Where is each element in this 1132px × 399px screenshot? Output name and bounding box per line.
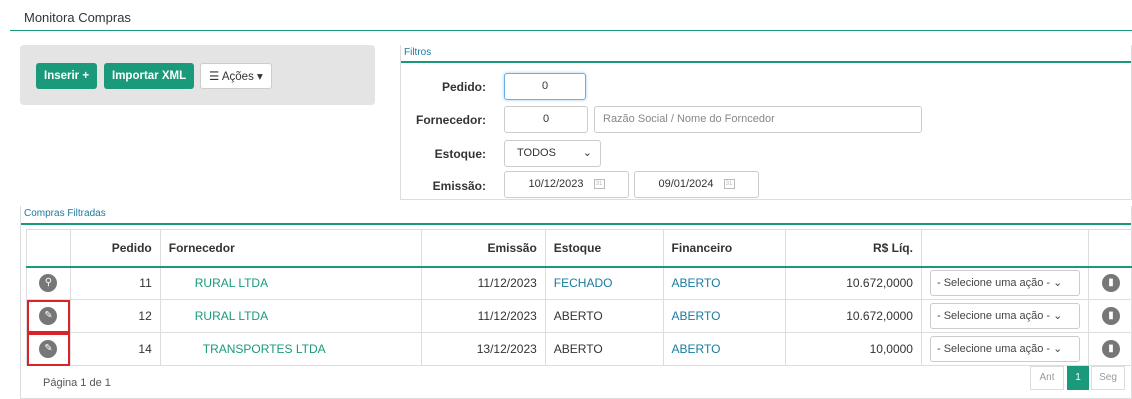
row-doc-cell: ▮ [1087, 266, 1132, 300]
row-action-cell[interactable]: ⚲ [26, 266, 71, 300]
row-pedido: 11 [69, 266, 161, 300]
actions-dropdown-button[interactable]: ☰ Ações ▾ [200, 63, 272, 89]
row-liquido: 10.672,0000 [785, 266, 922, 300]
row-action-cell[interactable]: ✎ [26, 332, 71, 366]
document-icon[interactable]: ▮ [1101, 340, 1120, 358]
chevron-down-icon: ⌄ [1053, 343, 1063, 355]
header-fornecedor[interactable]: Fornecedor [159, 229, 423, 267]
actions-panel: Inserir + Importar XML ☰ Ações ▾ [20, 45, 375, 105]
row-action-select[interactable]: - Selecione uma ação - ⌄ [929, 336, 1080, 362]
filters-panel: Filtros Pedido: 0 Fornecedor: 0 Razão So… [400, 45, 1132, 200]
compras-panel: Compras Filtradas Pedido Fornecedor Emis… [20, 206, 1132, 399]
fornecedor-label: Fornecedor: [415, 113, 486, 127]
document-icon[interactable]: ▮ [1101, 307, 1120, 325]
date-to-input[interactable]: 09/01/2024 31 [634, 171, 759, 198]
row-action-select[interactable]: - Selecione uma ação - ⌄ [929, 303, 1080, 329]
row-emissao: 11/12/2023 [421, 299, 546, 333]
date-from-value: 10/12/2023 [528, 178, 584, 190]
row-doc-cell: ▮ [1087, 332, 1132, 366]
row-liquido: 10,0000 [785, 332, 922, 366]
row-action-select-value: - Selecione uma ação - [936, 277, 1051, 290]
page-title: Monitora Compras [24, 10, 131, 25]
row-liquido: 10.672,0000 [785, 299, 922, 333]
table-header-row: Pedido Fornecedor Emissão Estoque Financ… [26, 229, 1132, 267]
prev-page-button[interactable]: Ant [1030, 366, 1064, 390]
calendar-icon[interactable]: 31 [723, 179, 735, 190]
fornecedor-code-input[interactable]: 0 [504, 106, 588, 133]
row-action-select-value: - Selecione uma ação - [936, 310, 1051, 322]
header-acao-col [920, 229, 1089, 267]
search-icon[interactable]: ⚲ [39, 274, 58, 293]
estoque-select[interactable]: TODOS ⌄ [504, 140, 601, 167]
pagination-info: Página 1 de 1 [43, 377, 111, 389]
row-acao-cell: - Selecione uma ação - ⌄ [920, 332, 1089, 366]
estoque-label: Estoque: [434, 147, 486, 161]
header-pedido[interactable]: Pedido [69, 229, 161, 267]
table-row: ✎ 12 RURAL LTDA 11/12/2023 ABERTO ABERTO… [26, 299, 1132, 333]
table-row: ⚲ 11 RURAL LTDA 11/12/2023 FECHADO ABERT… [26, 266, 1132, 300]
document-icon[interactable]: ▮ [1101, 274, 1120, 293]
header-icon-col [26, 229, 71, 267]
compras-table: Pedido Fornecedor Emissão Estoque Financ… [26, 229, 1132, 366]
fornecedor-link[interactable]: RURAL LTDA [195, 309, 268, 323]
estoque-select-value: TODOS [517, 147, 556, 159]
row-acao-cell: - Selecione uma ação - ⌄ [920, 299, 1089, 333]
row-financeiro[interactable]: ABERTO [662, 299, 787, 333]
title-divider [10, 30, 1132, 31]
row-action-select[interactable]: - Selecione uma ação - ⌄ [929, 270, 1080, 297]
table-row: ✎ 14 TRANSPORTES LTDA 13/12/2023 ABERTO … [26, 332, 1132, 366]
row-fornecedor: TRANSPORTES LTDA [159, 332, 423, 366]
date-from-input[interactable]: 10/12/2023 31 [504, 171, 629, 198]
row-financeiro[interactable]: ABERTO [662, 266, 787, 300]
filters-divider [401, 61, 1131, 63]
emissao-label: Emissão: [432, 179, 486, 193]
fornecedor-link[interactable]: RURAL LTDA [195, 276, 268, 290]
chevron-down-icon: ⌄ [582, 147, 592, 159]
date-to-value: 09/01/2024 [658, 178, 714, 190]
import-xml-button[interactable]: Importar XML [104, 63, 195, 89]
compras-divider [21, 223, 1131, 225]
row-estoque: ABERTO [544, 332, 664, 366]
row-estoque[interactable]: FECHADO [544, 266, 664, 300]
compras-title: Compras Filtradas [24, 208, 106, 219]
row-action-select-value: - Selecione uma ação - [936, 343, 1051, 355]
row-doc-cell: ▮ [1087, 299, 1132, 333]
header-liquido[interactable]: R$ Líq. [785, 229, 922, 267]
header-estoque[interactable]: Estoque [544, 229, 664, 267]
fornecedor-link[interactable]: TRANSPORTES LTDA [203, 342, 326, 356]
pedido-label: Pedido: [442, 80, 486, 94]
pedido-input[interactable]: 0 [504, 73, 586, 100]
header-emissao[interactable]: Emissão [421, 229, 546, 267]
calendar-icon[interactable]: 31 [593, 179, 605, 190]
row-action-cell[interactable]: ✎ [26, 299, 71, 333]
row-fornecedor: RURAL LTDA [159, 299, 423, 333]
row-estoque: ABERTO [544, 299, 664, 333]
row-emissao: 11/12/2023 [421, 266, 546, 300]
insert-button[interactable]: Inserir + [36, 63, 98, 89]
header-doc-col [1087, 229, 1132, 267]
row-fornecedor: RURAL LTDA [159, 266, 423, 300]
filters-title: Filtros [404, 47, 432, 58]
row-acao-cell: - Selecione uma ação - ⌄ [920, 266, 1089, 300]
header-financeiro[interactable]: Financeiro [662, 229, 787, 267]
edit-icon[interactable]: ✎ [39, 307, 58, 325]
row-financeiro[interactable]: ABERTO [662, 332, 787, 366]
row-pedido: 12 [69, 299, 161, 333]
chevron-down-icon: ⌄ [1053, 277, 1063, 290]
fornecedor-name-input[interactable]: Razão Social / Nome do Forncedor [594, 106, 922, 133]
next-page-button[interactable]: Seg [1091, 366, 1125, 390]
chevron-down-icon: ⌄ [1053, 310, 1063, 322]
edit-icon[interactable]: ✎ [39, 340, 58, 358]
row-emissao: 13/12/2023 [421, 332, 546, 366]
page-1-button[interactable]: 1 [1067, 366, 1089, 390]
row-pedido: 14 [69, 332, 161, 366]
